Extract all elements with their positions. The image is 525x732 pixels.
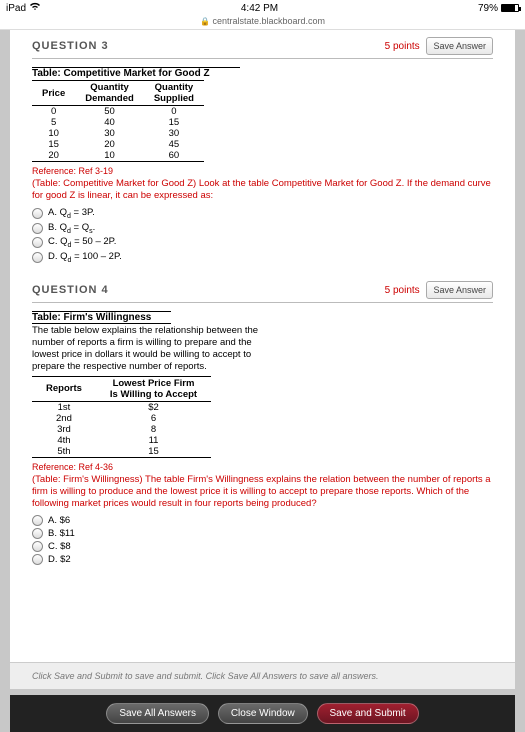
question-prompt: (Table: Firm's Willingness) The table Fi… (32, 474, 493, 511)
col-price: Lowest Price FirmIs Willing to Accept (96, 376, 211, 401)
willingness-table: Reports Lowest Price FirmIs Willing to A… (32, 376, 211, 458)
option-a[interactable]: A. Qd = 3P. (32, 207, 493, 220)
bottom-button-bar: Save All Answers Close Window Save and S… (10, 695, 515, 732)
question-prompt: (Table: Competitive Market for Good Z) L… (32, 178, 493, 203)
option-c[interactable]: C. Qd = 50 – 2P. (32, 236, 493, 249)
question-3: QUESTION 3 5 points Save Answer Table: C… (32, 34, 493, 264)
table-title: Table: Competitive Market for Good Z (32, 67, 240, 79)
save-submit-button[interactable]: Save and Submit (317, 703, 419, 724)
page-content: QUESTION 3 5 points Save Answer Table: C… (10, 30, 515, 662)
reference-label: Reference: Ref 4-36 (32, 462, 493, 472)
points-label: 5 points (385, 41, 420, 52)
radio-icon (32, 208, 43, 219)
battery-percent: 79% (478, 3, 498, 14)
question-title: QUESTION 3 (32, 40, 109, 52)
col-qd: QuantityDemanded (75, 81, 144, 106)
question-4: QUESTION 4 5 points Save Answer Table: F… (32, 278, 493, 565)
table-row: 201060 (32, 150, 204, 162)
table-row: 103030 (32, 128, 204, 139)
table-title: Table: Firm's Willingness (32, 311, 171, 324)
table-row: 152045 (32, 139, 204, 150)
ios-status-bar: iPad 4:42 PM 79% (0, 0, 525, 16)
question-header: QUESTION 3 5 points Save Answer (32, 34, 493, 59)
save-all-button[interactable]: Save All Answers (106, 703, 209, 724)
option-a[interactable]: A. $6 (32, 515, 493, 526)
option-d[interactable]: D. Qd = 100 – 2P. (32, 251, 493, 264)
radio-icon (32, 528, 43, 539)
reference-label: Reference: Ref 3-19 (32, 166, 493, 176)
table-row: 54015 (32, 117, 204, 128)
table-description: The table below explains the relationshi… (32, 325, 262, 373)
col-reports: Reports (32, 376, 96, 401)
question-header: QUESTION 4 5 points Save Answer (32, 278, 493, 303)
option-b[interactable]: B. Qd = Qs. (32, 222, 493, 235)
table-row: 3rd8 (32, 424, 211, 435)
wifi-icon (29, 2, 41, 14)
option-c[interactable]: C. $8 (32, 541, 493, 552)
save-answer-button[interactable]: Save Answer (426, 281, 493, 299)
option-b[interactable]: B. $11 (32, 528, 493, 539)
url-text: centralstate.blackboard.com (212, 16, 325, 26)
question-title: QUESTION 4 (32, 284, 109, 296)
radio-icon (32, 554, 43, 565)
clock: 4:42 PM (241, 3, 278, 14)
lock-icon: 🔒 (200, 17, 210, 26)
radio-icon (32, 515, 43, 526)
battery-icon (501, 4, 519, 12)
radio-icon (32, 237, 43, 248)
close-window-button[interactable]: Close Window (218, 703, 308, 724)
options-list: A. $6 B. $11 C. $8 D. $2 (32, 515, 493, 565)
col-qs: QuantitySupplied (144, 81, 204, 106)
col-price: Price (32, 81, 75, 106)
table-row: 1st$2 (32, 401, 211, 413)
footer-instruction: Click Save and Submit to save and submit… (10, 662, 515, 689)
save-answer-button[interactable]: Save Answer (426, 37, 493, 55)
browser-url-bar[interactable]: 🔒 centralstate.blackboard.com (0, 16, 525, 30)
radio-icon (32, 252, 43, 263)
radio-icon (32, 223, 43, 234)
table-row: 0500 (32, 106, 204, 118)
options-list: A. Qd = 3P. B. Qd = Qs. C. Qd = 50 – 2P.… (32, 207, 493, 265)
option-d[interactable]: D. $2 (32, 554, 493, 565)
market-table: Price QuantityDemanded QuantitySupplied … (32, 80, 204, 162)
table-row: 2nd6 (32, 413, 211, 424)
table-row: 4th11 (32, 435, 211, 446)
points-label: 5 points (385, 285, 420, 296)
radio-icon (32, 541, 43, 552)
device-label: iPad (6, 3, 26, 14)
table-row: 5th15 (32, 446, 211, 458)
